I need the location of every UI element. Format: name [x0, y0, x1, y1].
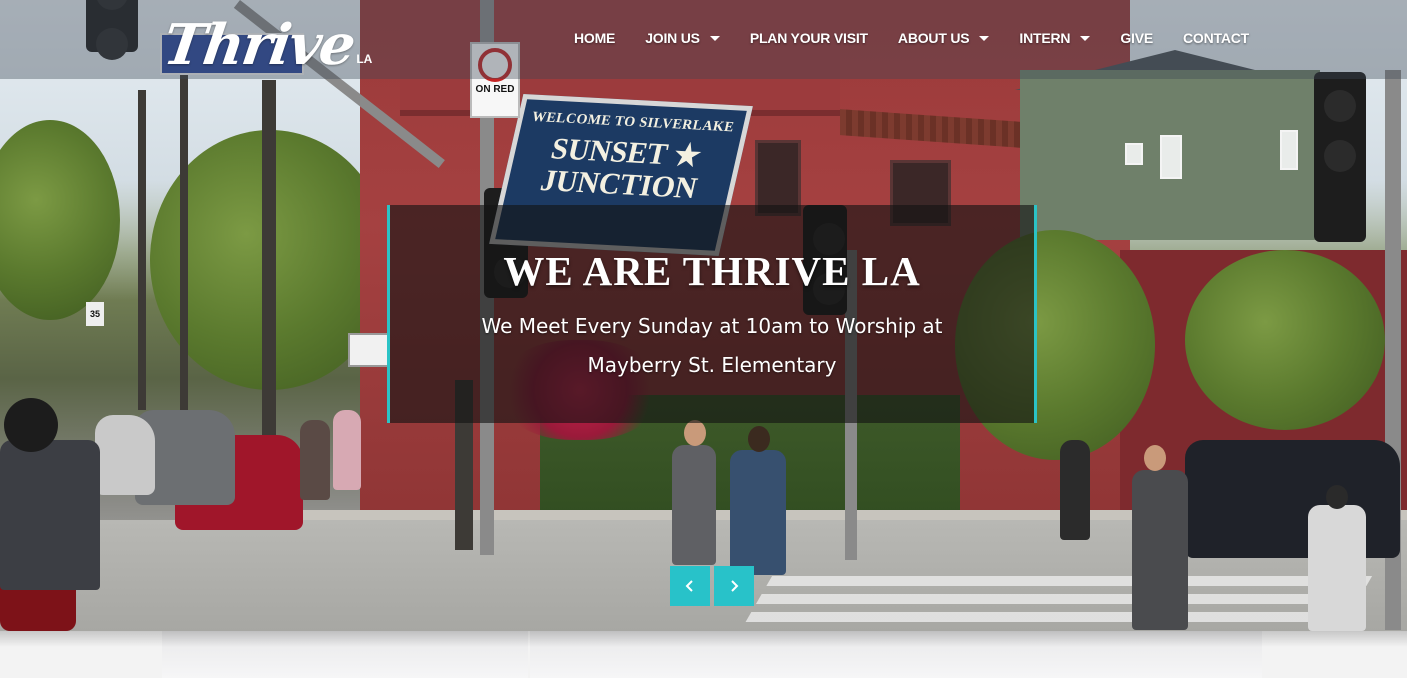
photo-crosswalk [745, 572, 1375, 622]
nav-item-contact[interactable]: CONTACT [1183, 27, 1249, 49]
photo-person-helmet [4, 398, 58, 452]
photo-person [300, 420, 330, 500]
hero-shadow [0, 631, 1407, 647]
chevron-right-icon [731, 580, 739, 592]
photo-person [730, 450, 786, 575]
photo-person-head [748, 426, 770, 452]
nav-item-label: CONTACT [1183, 30, 1249, 46]
photo-window [1280, 130, 1298, 170]
hero-subtitle: We Meet Every Sunday at 10am to Worship … [481, 314, 943, 377]
photo-speed-sign: 35 [86, 302, 104, 326]
photo-person-head [1326, 485, 1348, 509]
photo-window [1125, 143, 1143, 165]
main-nav: HOME JOIN US PLAN YOUR VISIT ABOUT US IN… [574, 27, 1249, 49]
photo-car [1185, 440, 1400, 558]
hero-slider: WELCOME TO SILVERLAKE SUNSET ★ JUNCTION … [0, 0, 1407, 631]
nav-item-label: JOIN US [645, 30, 700, 46]
nav-item-label: GIVE [1120, 30, 1153, 46]
nav-item-intern[interactable]: INTERN [1019, 27, 1091, 49]
nav-item-label: ABOUT US [897, 30, 970, 46]
photo-person [1308, 505, 1366, 631]
photo-traffic-signal [1314, 72, 1366, 242]
nav-item-label: HOME [573, 30, 616, 46]
chevron-left-icon [685, 580, 693, 592]
hero-title: WE ARE THRIVE LA [503, 248, 921, 294]
photo-person [672, 445, 716, 565]
photo-utility-pole [180, 60, 188, 410]
nav-item-label: PLAN YOUR VISIT [749, 30, 868, 46]
photo-person [1132, 470, 1188, 630]
nav-item-about-us[interactable]: ABOUT US [898, 27, 990, 49]
photo-utility-pole [262, 80, 276, 440]
nav-item-label: INTERN [1019, 30, 1071, 46]
photo-tree [1185, 250, 1385, 430]
nav-item-plan-your-visit[interactable]: PLAN YOUR VISIT [750, 27, 868, 49]
photo-sign-text: ON RED [475, 84, 515, 95]
hero-caption: WE ARE THRIVE LA We Meet Every Sunday at… [387, 205, 1037, 423]
nav-item-give[interactable]: GIVE [1120, 27, 1153, 49]
caret-down-icon [979, 35, 990, 41]
photo-sign-text: SUNSET ★ JUNCTION [537, 132, 705, 206]
photo-person-head [684, 420, 706, 446]
slider-next-button[interactable] [714, 566, 754, 606]
caret-down-icon [709, 35, 720, 41]
photo-person [0, 440, 100, 590]
photo-utility-pole [138, 90, 146, 410]
photo-person [333, 410, 361, 490]
slider-prev-button[interactable] [670, 566, 710, 606]
photo-window [1160, 135, 1182, 179]
nav-item-home[interactable]: HOME [574, 27, 615, 49]
photo-person [1060, 440, 1090, 540]
logo-text: Thrive [159, 12, 358, 78]
logo-suffix: LA [356, 52, 373, 66]
photo-person-head [1144, 445, 1166, 471]
nav-item-join-us[interactable]: JOIN US [645, 27, 720, 49]
caret-down-icon [1080, 35, 1091, 41]
photo-car [95, 415, 155, 495]
top-navigation-bar: Thrive LA HOME JOIN US PLAN YOUR VISIT A… [0, 0, 1407, 79]
site-logo[interactable]: Thrive LA [159, 6, 373, 78]
bike-lane-icon [348, 333, 390, 367]
